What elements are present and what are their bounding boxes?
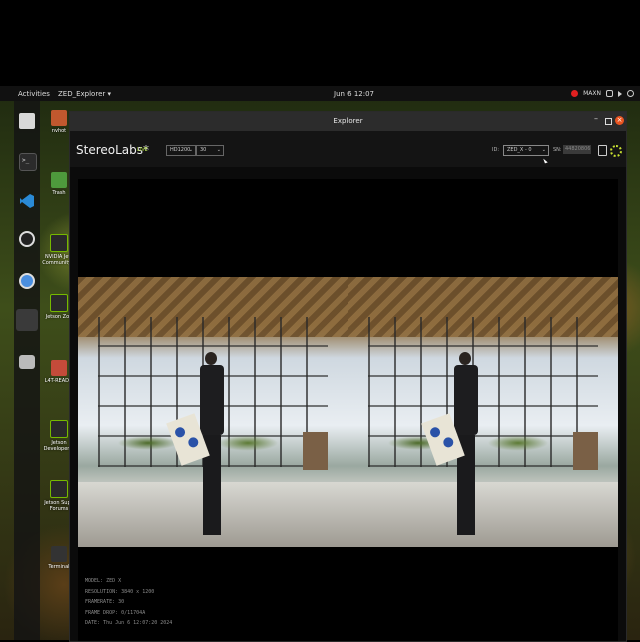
vscode-icon[interactable] (19, 193, 35, 209)
left-camera-feed (78, 277, 348, 547)
power-icon[interactable] (627, 90, 634, 97)
chevron-down-icon: ⌄ (541, 147, 546, 153)
calibration-icon[interactable] (598, 145, 607, 156)
home-folder-icon (51, 110, 67, 126)
maximize-button[interactable] (605, 118, 612, 125)
serial-label: SN: (553, 147, 562, 153)
terminal-icon (51, 546, 67, 562)
info-resolution: RESOLUTION: 3840 x 1200 (85, 588, 155, 595)
drive-icon[interactable] (19, 355, 35, 369)
nvidia-icon (50, 480, 68, 498)
clock[interactable]: Jun 6 12:07 (334, 90, 374, 98)
document-icon (51, 360, 67, 376)
info-frame-drop: FRAME DROP: 0/11704A (85, 609, 146, 616)
window-titlebar[interactable]: Explorer – × (70, 112, 626, 131)
app-menu[interactable]: ZED_Explorer ▾ (58, 90, 111, 98)
trash-icon (51, 172, 67, 188)
nvidia-icon (50, 294, 68, 312)
system-top-bar: Activities ZED_Explorer ▾ Jun 6 12:07 MA… (0, 86, 640, 101)
camera-viewer (78, 179, 618, 641)
serial-number-field: 44820806 (563, 145, 591, 154)
info-framerate: FRAMERATE: 30 (85, 599, 125, 605)
fps-select[interactable]: 30 ⌄ (196, 145, 224, 156)
close-button[interactable]: × (615, 116, 624, 125)
camera-info-panel: MODEL: ZED X RESOLUTION: 3840 x 1200 FRA… (85, 576, 172, 629)
active-app-icon[interactable] (16, 309, 38, 331)
chevron-down-icon: ⌄ (188, 147, 193, 153)
resolution-select[interactable]: HD1200 ⌄ (166, 145, 196, 156)
nvidia-icon[interactable] (571, 90, 579, 97)
camera-select[interactable]: ZED_X - 0 ⌄ (503, 145, 549, 156)
minimize-button[interactable]: – (594, 114, 598, 123)
info-date: DATE: Thu Jun 6 12:07:20 2024 (85, 620, 173, 626)
camera-id-label: ID: (492, 147, 500, 153)
nvidia-icon (50, 420, 68, 438)
explorer-window: Explorer – × StereoLabs* LIVE HD1200 ⌄ 3… (69, 111, 627, 642)
nvidia-icon (50, 234, 68, 252)
explorer-toolbar: StereoLabs* LIVE HD1200 ⌄ 30 ⌄ ID: ZED_X… (70, 131, 626, 167)
system-tray[interactable]: MAXN (571, 90, 634, 97)
files-icon[interactable] (19, 113, 35, 129)
activities-button[interactable]: Activities (18, 90, 50, 98)
window-title: Explorer (333, 117, 363, 125)
power-mode-label[interactable]: MAXN (583, 90, 601, 97)
info-model: MODEL: ZED X (85, 578, 122, 584)
live-indicator: LIVE (137, 147, 148, 153)
chevron-down-icon: ⌄ (216, 147, 221, 153)
network-icon[interactable] (606, 90, 613, 97)
gear-icon[interactable] (610, 145, 622, 157)
volume-icon[interactable] (618, 90, 622, 97)
terminal-icon[interactable] (19, 153, 37, 171)
obs-icon[interactable] (19, 231, 35, 247)
chromium-icon[interactable] (19, 273, 35, 289)
dock (14, 101, 40, 640)
right-camera-feed (348, 277, 618, 547)
